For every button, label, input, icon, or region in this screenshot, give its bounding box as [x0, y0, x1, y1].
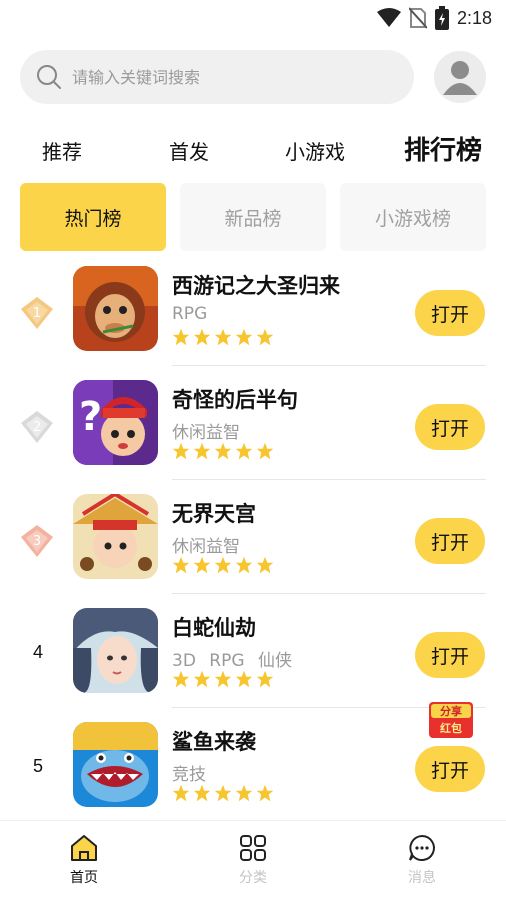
- game-icon-shark-attack[interactable]: [73, 722, 158, 807]
- star-icon: [214, 784, 232, 802]
- nav-label: 分类: [239, 870, 267, 886]
- no-sim-icon: [408, 7, 427, 29]
- svg-text:3: 3: [33, 534, 41, 549]
- list-item[interactable]: 4 白蛇仙劫 3D RPG 仙侠 打开: [0, 594, 506, 708]
- share-red-packet-button[interactable]: 分享 红包: [427, 700, 475, 740]
- rank-3-bronze-badge-icon: 3: [20, 524, 54, 558]
- game-tags: 3D RPG 仙侠: [172, 651, 292, 671]
- star-icon: [214, 556, 232, 574]
- star-icon: [172, 556, 190, 574]
- nav-messages[interactable]: 消息: [382, 833, 462, 887]
- segment-mini-games[interactable]: 小游戏榜: [340, 183, 486, 251]
- game-tags: 休闲益智: [172, 423, 240, 443]
- tab-recommend[interactable]: 推荐: [42, 136, 82, 165]
- top-tabs: 推荐 首发 小游戏 排行榜: [0, 128, 506, 178]
- game-icon-white-snake[interactable]: [73, 608, 158, 693]
- star-icon: [235, 784, 253, 802]
- open-button[interactable]: 打开: [415, 632, 485, 678]
- game-icon-heavenly-palace[interactable]: [73, 494, 158, 579]
- star-icon: [193, 556, 211, 574]
- star-icon: [172, 784, 190, 802]
- segment-new[interactable]: 新品榜: [180, 183, 326, 251]
- rank-number: 4: [32, 642, 43, 662]
- game-name: 无界天宫: [172, 502, 256, 526]
- star-icon: [256, 784, 274, 802]
- game-icon-monkey-king[interactable]: [73, 266, 158, 351]
- tab-mini-games[interactable]: 小游戏: [285, 136, 345, 165]
- star-icon: [256, 670, 274, 688]
- nav-label: 首页: [70, 870, 98, 886]
- svg-text:分享: 分享: [440, 704, 462, 718]
- open-button[interactable]: 打开: [415, 404, 485, 450]
- star-icon: [193, 670, 211, 688]
- star-icon: [214, 442, 232, 460]
- open-button[interactable]: 打开: [415, 746, 485, 792]
- rating-stars: [172, 442, 274, 460]
- game-name: 鲨鱼来袭: [172, 730, 256, 754]
- star-icon: [235, 328, 253, 346]
- svg-text:?: ?: [79, 394, 102, 440]
- chat-icon: [409, 834, 435, 861]
- game-tags: 竞技: [172, 765, 206, 785]
- star-icon: [172, 442, 190, 460]
- star-icon: [172, 670, 190, 688]
- star-icon: [256, 328, 274, 346]
- star-icon: [172, 328, 190, 346]
- rank-2-silver-badge-icon: 2: [20, 410, 54, 444]
- rank-number: 5: [32, 756, 43, 776]
- user-icon: [443, 61, 477, 95]
- star-icon: [214, 670, 232, 688]
- game-tags: RPG: [172, 304, 208, 324]
- bottom-nav: 首页 分类 消息: [0, 820, 506, 900]
- nav-category[interactable]: 分类: [213, 833, 293, 887]
- search-icon: [37, 65, 61, 89]
- grid-icon: [240, 835, 266, 861]
- star-icon: [256, 442, 274, 460]
- game-icon-question-girl[interactable]: ?: [73, 380, 158, 465]
- star-icon: [214, 328, 232, 346]
- list-item[interactable]: 3 无界天宫 休闲益智 打开: [0, 480, 506, 594]
- list-item[interactable]: 2 ? 奇怪的后半句 休闲益智 打开: [0, 366, 506, 480]
- rating-stars: [172, 556, 274, 574]
- wifi-icon: [376, 8, 401, 27]
- tab-ranking[interactable]: 排行榜: [404, 130, 482, 167]
- rating-stars: [172, 784, 274, 802]
- open-button[interactable]: 打开: [415, 518, 485, 564]
- game-name: 西游记之大圣归来: [172, 274, 340, 298]
- game-tags: 休闲益智: [172, 537, 240, 557]
- rating-stars: [172, 328, 274, 346]
- list-item[interactable]: 1 西游记之大圣归来 RPG 打开: [0, 252, 506, 366]
- avatar[interactable]: [434, 51, 486, 103]
- star-icon: [193, 328, 211, 346]
- nav-home[interactable]: 首页: [44, 833, 124, 887]
- star-icon: [235, 442, 253, 460]
- nav-label: 消息: [408, 870, 436, 886]
- star-icon: [235, 670, 253, 688]
- game-name: 奇怪的后半句: [172, 388, 298, 412]
- open-button[interactable]: 打开: [415, 290, 485, 336]
- search-input[interactable]: [72, 67, 372, 87]
- svg-text:2: 2: [33, 420, 41, 435]
- search-bar[interactable]: [20, 50, 414, 104]
- status-icons: 2:18: [376, 6, 492, 30]
- star-icon: [235, 556, 253, 574]
- svg-text:红包: 红包: [440, 721, 462, 735]
- svg-text:1: 1: [33, 306, 41, 321]
- star-icon: [256, 556, 274, 574]
- home-icon: [71, 835, 97, 861]
- rating-stars: [172, 670, 274, 688]
- rank-1-gold-badge-icon: 1: [20, 296, 54, 330]
- segment-hot[interactable]: 热门榜: [20, 183, 166, 251]
- ranking-segments: 热门榜 新品榜 小游戏榜: [20, 183, 486, 251]
- tab-first-release[interactable]: 首发: [169, 136, 209, 165]
- game-name: 白蛇仙劫: [172, 616, 256, 640]
- star-icon: [193, 784, 211, 802]
- battery-icon: [434, 6, 449, 30]
- star-icon: [193, 442, 211, 460]
- status-time: 2:18: [456, 7, 492, 28]
- status-bar: 2:18: [0, 0, 506, 34]
